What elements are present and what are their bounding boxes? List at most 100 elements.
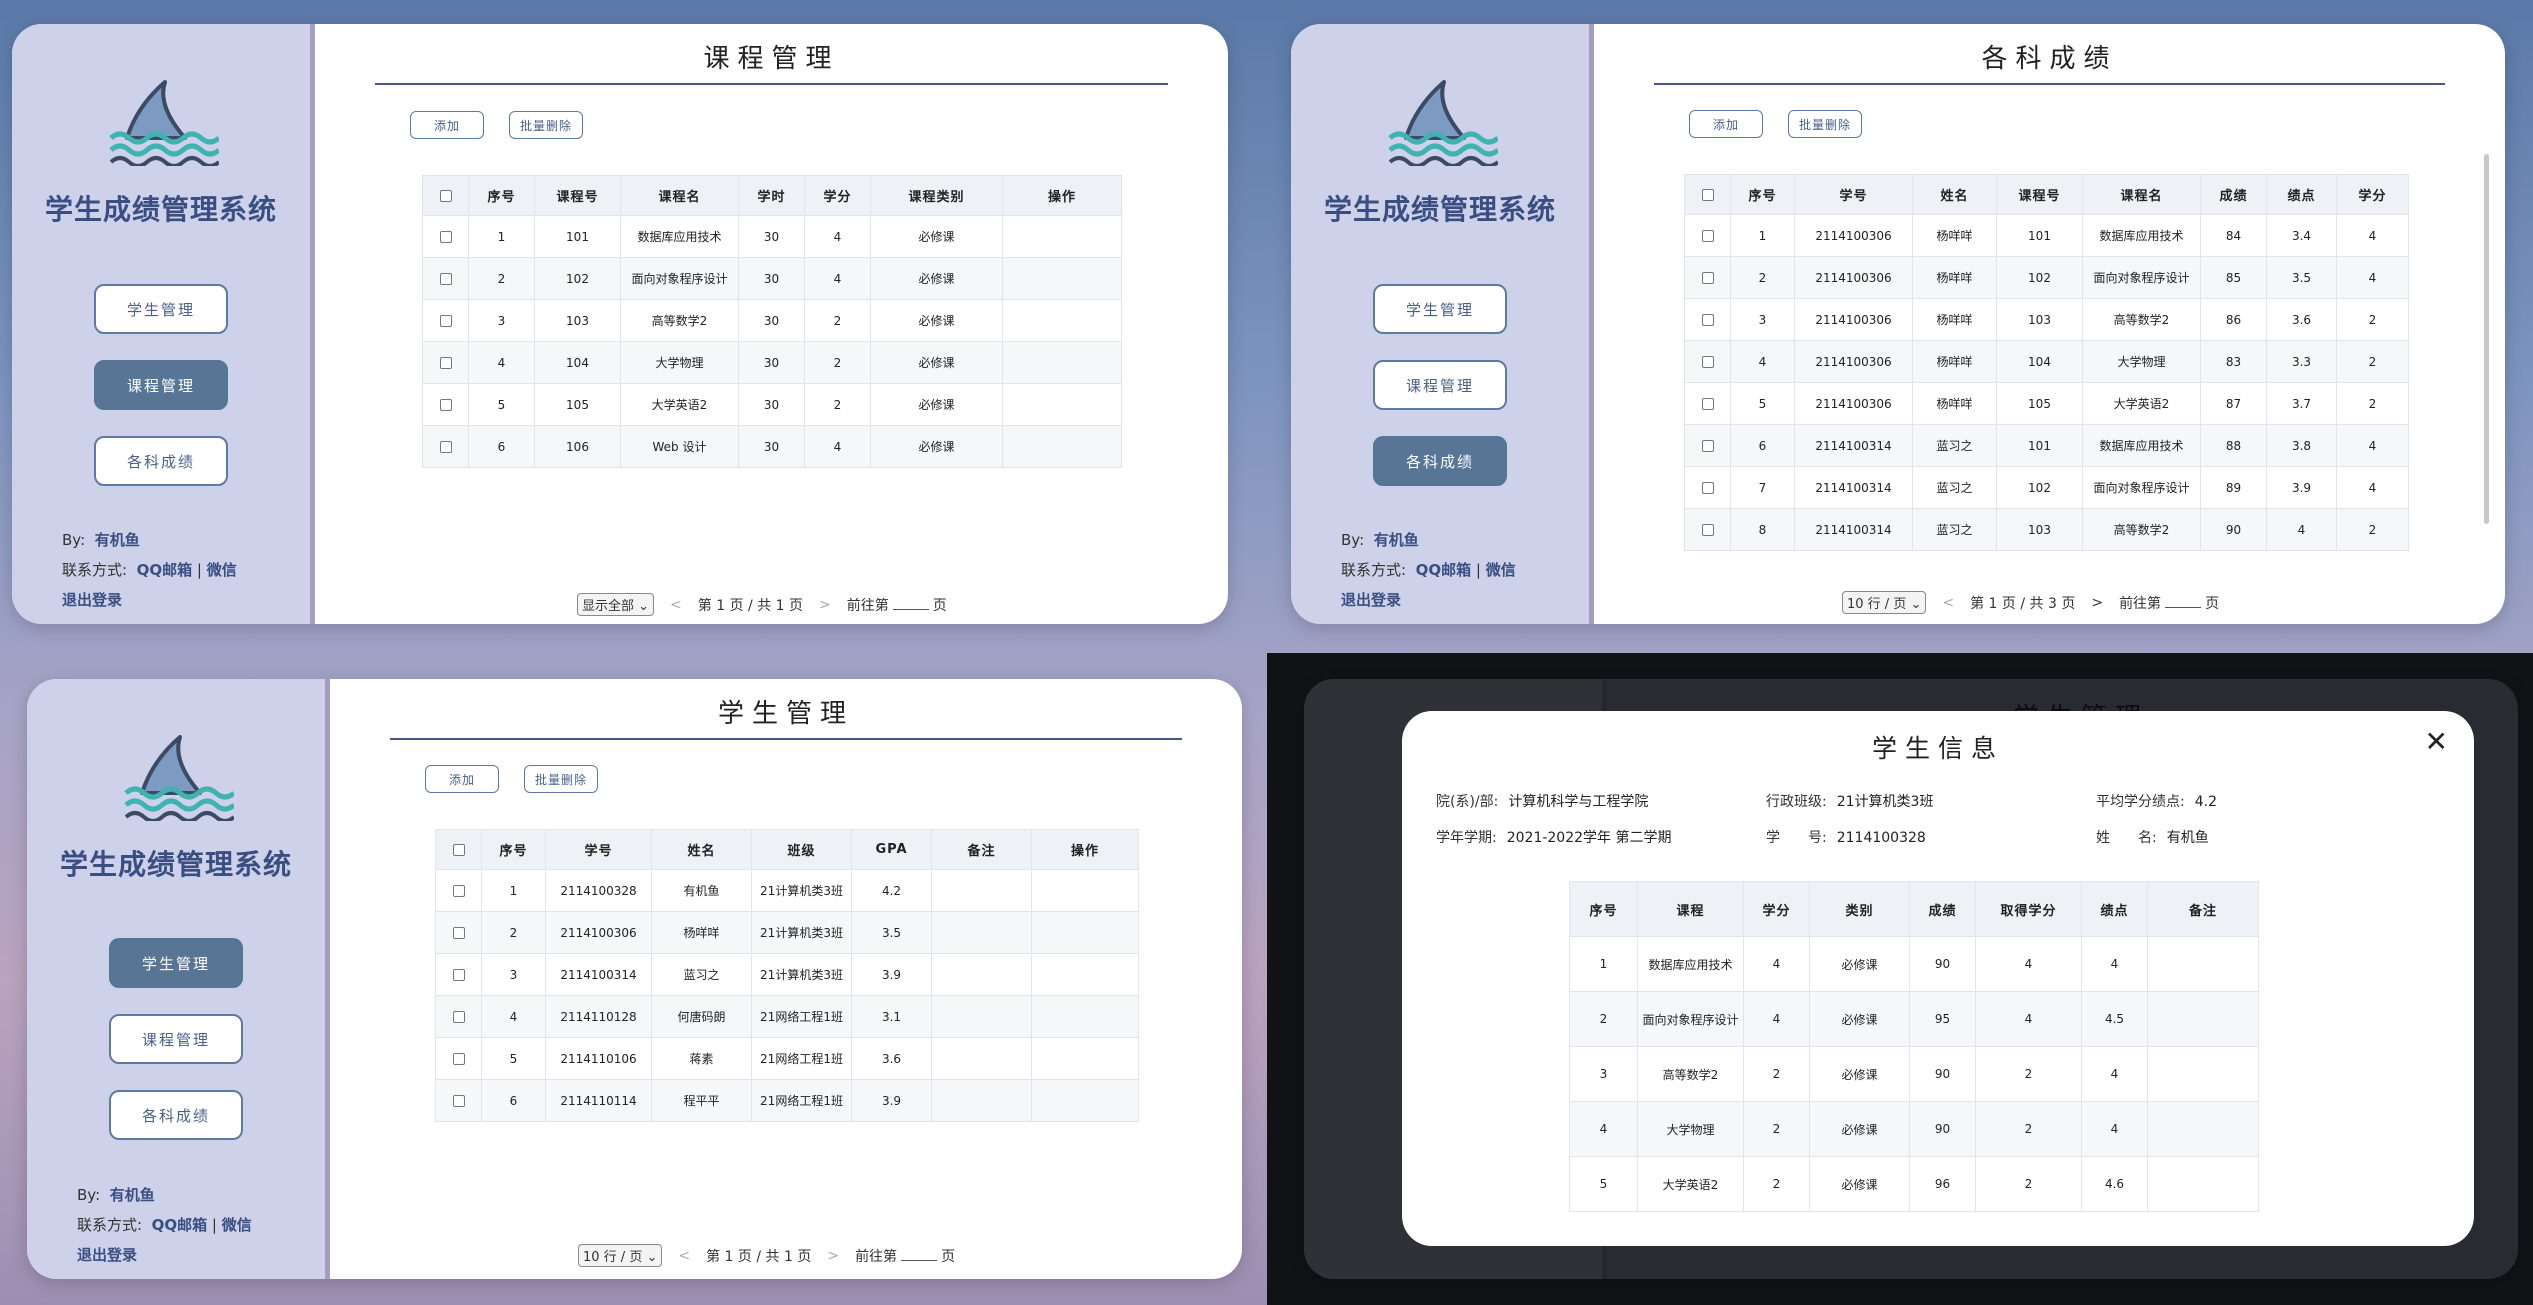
row-checkbox[interactable] [452, 1053, 465, 1065]
row-checkbox[interactable] [452, 969, 465, 981]
prev-page-icon[interactable]: < [670, 597, 682, 613]
row-select-cell [422, 383, 469, 426]
table-row[interactable]: 3 2114100314 蓝习之 21计算机类3班 3.9 [435, 953, 1139, 996]
contact-qq-link[interactable]: QQ邮箱 [137, 561, 193, 579]
table-row[interactable]: 2 102 面向对象程序设计 30 4 必修课 [422, 257, 1122, 300]
row-checkbox[interactable] [452, 1011, 465, 1023]
row-checkbox[interactable] [452, 885, 465, 897]
row-checkbox[interactable] [1701, 356, 1714, 368]
logout-link[interactable]: 退出登录 [77, 1244, 137, 1265]
nav-score-management[interactable]: 各科成绩 [1373, 436, 1507, 486]
table-row[interactable]: 1 2114100306 杨咩咩 101 数据库应用技术 84 3.4 4 [1684, 214, 2409, 257]
table-row[interactable]: 7 2114100314 蓝习之 102 面向对象程序设计 89 3.9 4 [1684, 466, 2409, 509]
row-checkbox[interactable] [1701, 272, 1714, 284]
row-checkbox[interactable] [1701, 314, 1714, 326]
page-size-select[interactable]: 显示全部 ⌄ [577, 593, 655, 616]
empty-cell [1002, 341, 1122, 384]
logout-link[interactable]: 退出登录 [1341, 589, 1401, 610]
row-checkbox[interactable] [1701, 524, 1714, 536]
table-cell: 2114100306 [545, 911, 652, 954]
col-header: 课程 [1637, 881, 1744, 937]
prev-page-icon[interactable]: < [1942, 595, 1954, 611]
table-row[interactable]: 6 2114110114 程平平 21网络工程1班 3.9 [435, 1079, 1139, 1122]
table-row[interactable]: 5 105 大学英语2 30 2 必修课 [422, 383, 1122, 426]
row-checkbox[interactable] [439, 441, 452, 453]
goto-page-input[interactable] [901, 1251, 938, 1261]
nav-course-management[interactable]: 课程管理 [94, 360, 228, 410]
col-header: 学号 [545, 829, 652, 870]
row-checkbox[interactable] [1701, 482, 1714, 494]
table-row[interactable]: 5 2114100306 杨咩咩 105 大学英语2 87 3.7 2 [1684, 382, 2409, 425]
close-icon[interactable]: ✕ [2425, 725, 2448, 758]
table-row[interactable]: 2 面向对象程序设计 4 必修课 95 4 4.5 [1569, 991, 2259, 1047]
row-checkbox[interactable] [1701, 440, 1714, 452]
contact-qq-link[interactable]: QQ邮箱 [152, 1216, 208, 1234]
nav-score-management[interactable]: 各科成绩 [94, 436, 228, 486]
table-row[interactable]: 5 2114110106 蒋素 21网络工程1班 3.6 [435, 1037, 1139, 1080]
table-row[interactable]: 2 2114100306 杨咩咩 102 面向对象程序设计 85 3.5 4 [1684, 256, 2409, 299]
table-row[interactable]: 2 2114100306 杨咩咩 21计算机类3班 3.5 [435, 911, 1139, 954]
table-cell: 6 [1730, 424, 1795, 467]
table-row[interactable]: 8 2114100314 蓝习之 103 高等数学2 90 4 2 [1684, 508, 2409, 551]
row-checkbox[interactable] [439, 357, 452, 369]
table-row[interactable]: 4 2114110128 何唐码朗 21网络工程1班 3.1 [435, 995, 1139, 1038]
row-checkbox[interactable] [1701, 230, 1714, 242]
table-cell: 4 [481, 995, 546, 1038]
select-all-checkbox[interactable] [452, 843, 465, 856]
table-cell: 89 [2200, 466, 2267, 509]
logout-link[interactable]: 退出登录 [62, 589, 122, 610]
table-cell: 数据库应用技术 [2082, 424, 2201, 467]
add-button[interactable]: 添加 [1689, 110, 1763, 138]
table-row[interactable]: 1 101 数据库应用技术 30 4 必修课 [422, 215, 1122, 258]
nav-course-management[interactable]: 课程管理 [1373, 360, 1507, 410]
contact-wechat-link[interactable]: 微信 [207, 561, 237, 579]
table-row[interactable]: 6 106 Web 设计 30 4 必修课 [422, 425, 1122, 468]
table-cell: 2 [804, 299, 871, 342]
row-checkbox[interactable] [439, 231, 452, 243]
batch-delete-button[interactable]: 批量删除 [524, 765, 598, 793]
batch-delete-button[interactable]: 批量删除 [1788, 110, 1862, 138]
goto-page-input[interactable] [2165, 598, 2202, 608]
table-row[interactable]: 5 大学英语2 2 必修课 96 2 4.6 [1569, 1156, 2259, 1212]
batch-delete-button[interactable]: 批量删除 [509, 111, 583, 139]
add-button[interactable]: 添加 [410, 111, 484, 139]
contact-qq-link[interactable]: QQ邮箱 [1416, 561, 1472, 579]
nav-student-management[interactable]: 学生管理 [109, 938, 243, 988]
nav-score-management[interactable]: 各科成绩 [109, 1090, 243, 1140]
table-row[interactable]: 1 2114100328 有机鱼 21计算机类3班 4.2 [435, 869, 1139, 912]
nav-student-management[interactable]: 学生管理 [94, 284, 228, 334]
goto-page-input[interactable] [892, 600, 929, 610]
select-all-checkbox[interactable] [439, 189, 452, 202]
row-checkbox[interactable] [1701, 398, 1714, 410]
page-size-select[interactable]: 10 行 / 页 ⌄ [578, 1244, 663, 1267]
table-cell: 1 [481, 869, 546, 912]
add-button[interactable]: 添加 [425, 765, 499, 793]
table-row[interactable]: 6 2114100314 蓝习之 101 数据库应用技术 88 3.8 4 [1684, 424, 2409, 467]
table-row[interactable]: 4 大学物理 2 必修课 90 2 4 [1569, 1101, 2259, 1157]
table-scrollbar[interactable] [2484, 154, 2489, 524]
row-checkbox[interactable] [452, 927, 465, 939]
row-checkbox[interactable] [439, 315, 452, 327]
contact-wechat-link[interactable]: 微信 [1486, 561, 1516, 579]
contact-wechat-link[interactable]: 微信 [222, 1216, 252, 1234]
table-cell: 101 [1996, 424, 2083, 467]
next-page-icon[interactable]: > [819, 597, 831, 613]
nav-student-management[interactable]: 学生管理 [1373, 284, 1507, 334]
row-checkbox[interactable] [452, 1095, 465, 1107]
empty-cell [1031, 1037, 1139, 1080]
table-row[interactable]: 3 2114100306 杨咩咩 103 高等数学2 86 3.6 2 [1684, 298, 2409, 341]
prev-page-icon[interactable]: < [678, 1248, 690, 1264]
next-page-icon[interactable]: > [827, 1248, 839, 1264]
table-row[interactable]: 4 2114100306 杨咩咩 104 大学物理 83 3.3 2 [1684, 340, 2409, 383]
page-size-select[interactable]: 10 行 / 页 ⌄ [1842, 591, 1927, 614]
table-row[interactable]: 4 104 大学物理 30 2 必修课 [422, 341, 1122, 384]
next-page-icon[interactable]: > [2091, 595, 2103, 611]
table-row[interactable]: 3 高等数学2 2 必修课 90 2 4 [1569, 1046, 2259, 1102]
row-checkbox[interactable] [439, 273, 452, 285]
select-all-checkbox[interactable] [1701, 188, 1714, 201]
score-table-scroll[interactable]: 序号 学号 姓名 课程号 课程名 成绩 绩点 学分 1 2114100306 杨咩咩… [1684, 174, 2414, 574]
table-row[interactable]: 1 数据库应用技术 4 必修课 90 4 4 [1569, 936, 2259, 992]
row-checkbox[interactable] [439, 399, 452, 411]
nav-course-management[interactable]: 课程管理 [109, 1014, 243, 1064]
table-row[interactable]: 3 103 高等数学2 30 2 必修课 [422, 299, 1122, 342]
